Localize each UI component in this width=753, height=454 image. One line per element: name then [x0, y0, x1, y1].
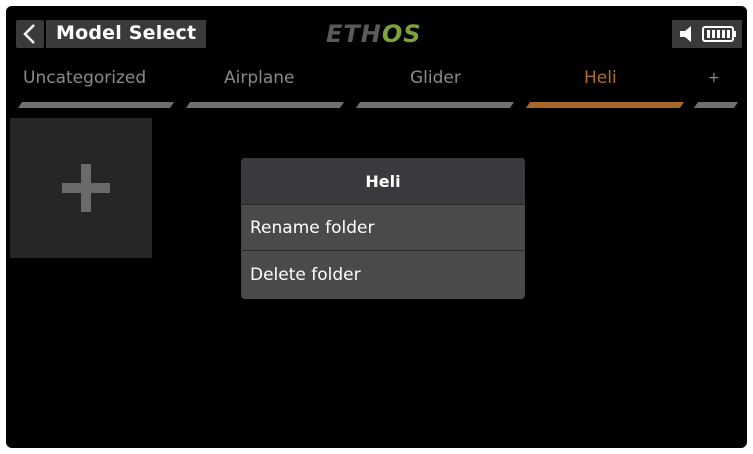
chevron-left-icon [23, 24, 35, 44]
tab-label: + [708, 70, 720, 86]
add-model-button[interactable] [10, 118, 152, 258]
dialog-title: Heli [241, 158, 525, 205]
tab-label: Uncategorized [23, 68, 147, 88]
header-bar: Model Select ETHOS [6, 6, 747, 58]
tab-uncategorized[interactable]: Uncategorized [6, 64, 176, 108]
tab-underline [17, 102, 175, 108]
speaker-icon [680, 26, 691, 42]
tab-underline [693, 102, 739, 108]
logo-text-os: OS [381, 20, 422, 48]
battery-icon [702, 26, 736, 42]
tab-label: Glider [410, 68, 461, 88]
tab-heli[interactable]: Heli [516, 64, 686, 108]
back-button[interactable] [16, 20, 44, 48]
folder-tabs: Uncategorized Airplane Glider Heli + [6, 58, 747, 114]
rename-folder-option[interactable]: Rename folder [241, 205, 525, 251]
page-title: Model Select [56, 22, 197, 44]
tab-underline [185, 102, 345, 108]
tab-label: Heli [584, 68, 617, 88]
page-title-box: Model Select [46, 20, 206, 48]
tab-add-folder[interactable]: + [686, 64, 747, 108]
tab-glider[interactable]: Glider [346, 64, 516, 108]
logo-text-eth: ETH [326, 20, 382, 48]
ethos-screen: Model Select ETHOS Uncategorized Airplan… [6, 6, 747, 448]
ethos-logo: ETHOS [326, 20, 422, 48]
status-icons[interactable] [672, 20, 742, 48]
delete-folder-option[interactable]: Delete folder [241, 252, 525, 298]
tab-label: Airplane [224, 68, 295, 88]
tab-underline [355, 102, 515, 108]
folder-menu-dialog: Heli Rename folder Delete folder [241, 158, 525, 299]
tab-underline [525, 102, 685, 108]
tab-airplane[interactable]: Airplane [176, 64, 346, 108]
